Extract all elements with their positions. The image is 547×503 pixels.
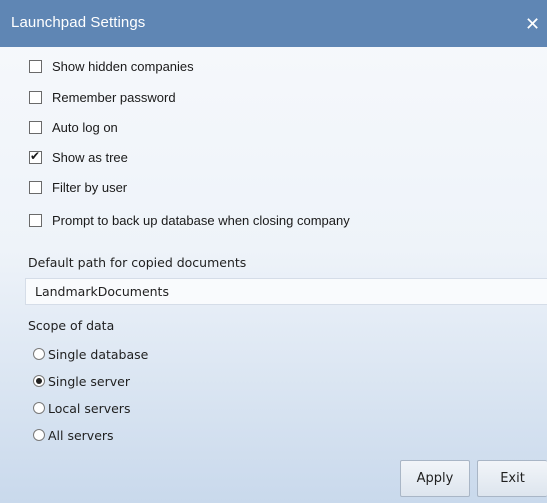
filter-by-user-checkbox[interactable] <box>29 180 42 194</box>
auto-log-on-checkbox[interactable] <box>29 120 42 134</box>
apply-button[interactable]: Apply <box>400 460 470 497</box>
show-hidden-companies-checkbox[interactable] <box>29 59 42 73</box>
option-auto-log-on[interactable]: Auto log on <box>29 117 118 137</box>
prompt-backup-checkbox[interactable] <box>29 213 42 227</box>
scope-option-local-servers[interactable]: Local servers <box>33 398 130 418</box>
option-label: Prompt to back up database when closing … <box>52 212 350 228</box>
radio-label: Single server <box>48 373 130 389</box>
scope-option-all-servers[interactable]: All servers <box>33 425 114 445</box>
radio-label: All servers <box>48 427 114 443</box>
option-label: Show hidden companies <box>52 58 194 74</box>
documents-path-label: Default path for copied documents <box>28 255 247 270</box>
radio-dot-icon <box>36 378 42 384</box>
scope-of-data-label: Scope of data <box>28 318 115 333</box>
radio-label: Local servers <box>48 400 131 416</box>
title-bar: Launchpad Settings ✕ <box>0 0 547 47</box>
single-server-radio[interactable] <box>33 375 45 387</box>
option-remember-password[interactable]: Remember password <box>29 87 176 107</box>
option-filter-by-user[interactable]: Filter by user <box>29 177 127 197</box>
single-database-radio[interactable] <box>33 348 45 360</box>
scope-option-single-server[interactable]: Single server <box>33 371 130 391</box>
close-icon: ✕ <box>525 14 541 34</box>
check-icon: ✔ <box>30 148 41 163</box>
show-as-tree-checkbox[interactable]: ✔ <box>29 148 42 164</box>
launchpad-settings-dialog: Launchpad Settings ✕ Show hidden compani… <box>0 0 547 503</box>
dialog-title: Launchpad Settings <box>11 14 146 31</box>
scope-option-single-database[interactable]: Single database <box>33 344 148 364</box>
radio-label: Single database <box>48 346 149 362</box>
option-label: Filter by user <box>52 179 128 195</box>
close-button[interactable]: ✕ <box>525 9 547 39</box>
option-show-as-tree[interactable]: ✔ Show as tree <box>29 147 128 167</box>
exit-button[interactable]: Exit <box>477 460 547 497</box>
option-prompt-backup[interactable]: Prompt to back up database when closing … <box>29 210 350 230</box>
option-show-hidden-companies[interactable]: Show hidden companies <box>29 56 194 76</box>
option-label: Auto log on <box>52 119 118 135</box>
remember-password-checkbox[interactable] <box>29 90 42 104</box>
local-servers-radio[interactable] <box>33 402 45 414</box>
option-label: Remember password <box>52 89 176 105</box>
all-servers-radio[interactable] <box>33 429 45 441</box>
documents-path-field[interactable]: LandmarkDocuments <box>25 278 547 305</box>
option-label: Show as tree <box>52 149 128 165</box>
